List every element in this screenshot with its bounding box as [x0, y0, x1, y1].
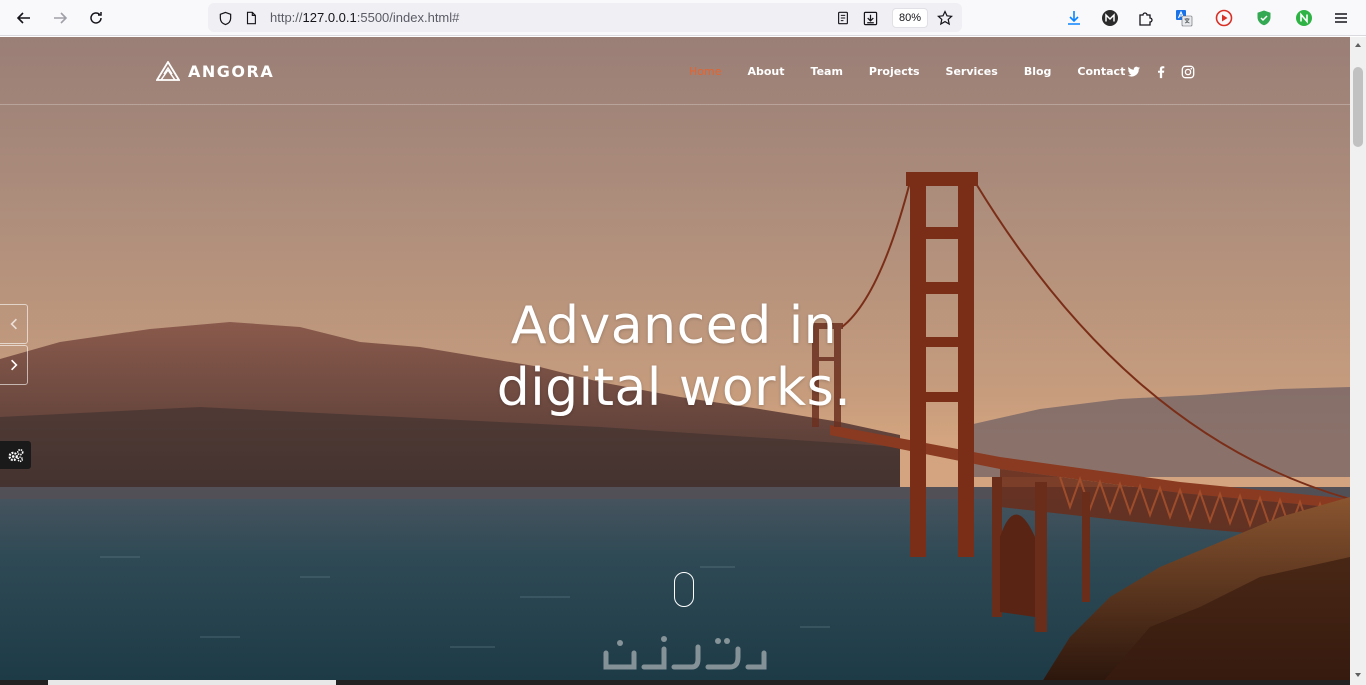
hero-title-line-2: digital works.: [496, 358, 852, 418]
site-header: ANGORA Home About Team Projects Services…: [0, 37, 1350, 105]
nav-home[interactable]: Home: [689, 65, 721, 78]
hero-title-line-1: Advanced in: [510, 296, 838, 356]
nav-contact[interactable]: Contact: [1077, 65, 1125, 78]
hero-title: Advanced in digital works.: [470, 295, 878, 419]
zoom-level-badge[interactable]: 80%: [892, 8, 928, 28]
forward-button[interactable]: [46, 4, 74, 32]
extension-n-icon[interactable]: [1292, 6, 1316, 30]
shield-extension-icon[interactable]: [1252, 6, 1276, 30]
url-host: 127.0.0.1: [302, 10, 357, 25]
twitter-icon[interactable]: [1127, 65, 1141, 79]
reload-button[interactable]: [82, 4, 110, 32]
scroll-down-indicator[interactable]: [674, 572, 694, 607]
reload-icon: [90, 12, 102, 24]
address-bar[interactable]: http://127.0.0.1:5500/index.html# 80%: [208, 3, 962, 32]
nav-team[interactable]: Team: [811, 65, 843, 78]
page-scrollbar[interactable]: [1350, 37, 1366, 685]
nav-about[interactable]: About: [747, 65, 784, 78]
nav-services[interactable]: Services: [946, 65, 998, 78]
gears-icon: [8, 448, 23, 462]
nav-blog[interactable]: Blog: [1024, 65, 1052, 78]
scroll-up-arrow-icon[interactable]: [1354, 41, 1362, 49]
back-arrow-icon: [16, 12, 30, 24]
back-button[interactable]: [10, 4, 38, 32]
chevron-left-icon: [9, 318, 17, 330]
chevron-right-icon: [10, 359, 18, 371]
save-page-icon[interactable]: [861, 9, 879, 27]
scroll-down-arrow-icon[interactable]: [1354, 671, 1362, 679]
forward-arrow-icon: [54, 12, 68, 24]
page-info-icon[interactable]: [242, 9, 260, 27]
instagram-icon[interactable]: [1181, 65, 1195, 79]
facebook-icon[interactable]: [1154, 65, 1168, 79]
logo[interactable]: ANGORA: [156, 61, 274, 81]
bottom-bar-segment: [48, 680, 336, 685]
browser-toolbar: http://127.0.0.1:5500/index.html# 80%: [0, 0, 1366, 36]
page-viewport: ANGORA Home About Team Projects Services…: [0, 37, 1350, 685]
logo-text: ANGORA: [188, 61, 275, 81]
url-text[interactable]: http://127.0.0.1:5500/index.html#: [270, 10, 459, 25]
slider-next-button[interactable]: [0, 345, 28, 385]
bookmark-star-icon[interactable]: [936, 9, 954, 27]
shield-icon[interactable]: [216, 9, 234, 27]
menu-hamburger-icon[interactable]: [1329, 6, 1353, 30]
extension-m-icon[interactable]: [1098, 6, 1122, 30]
main-nav: Home About Team Projects Services Blog C…: [689, 65, 1151, 78]
reader-view-icon[interactable]: [834, 9, 852, 27]
logo-icon: [156, 61, 180, 81]
settings-panel-toggle[interactable]: [0, 441, 31, 469]
scrollbar-thumb[interactable]: [1353, 67, 1363, 147]
translate-icon[interactable]: [1172, 6, 1196, 30]
url-scheme: http://: [270, 10, 303, 25]
extensions-puzzle-icon[interactable]: [1134, 6, 1158, 30]
nav-projects[interactable]: Projects: [869, 65, 920, 78]
watermark-logo: [603, 636, 767, 670]
downloads-icon[interactable]: [1062, 6, 1086, 30]
social-links: [1127, 65, 1195, 79]
url-path: :5500/index.html#: [356, 10, 460, 25]
slider-prev-button[interactable]: [0, 304, 28, 344]
media-play-extension-icon[interactable]: [1212, 6, 1236, 30]
